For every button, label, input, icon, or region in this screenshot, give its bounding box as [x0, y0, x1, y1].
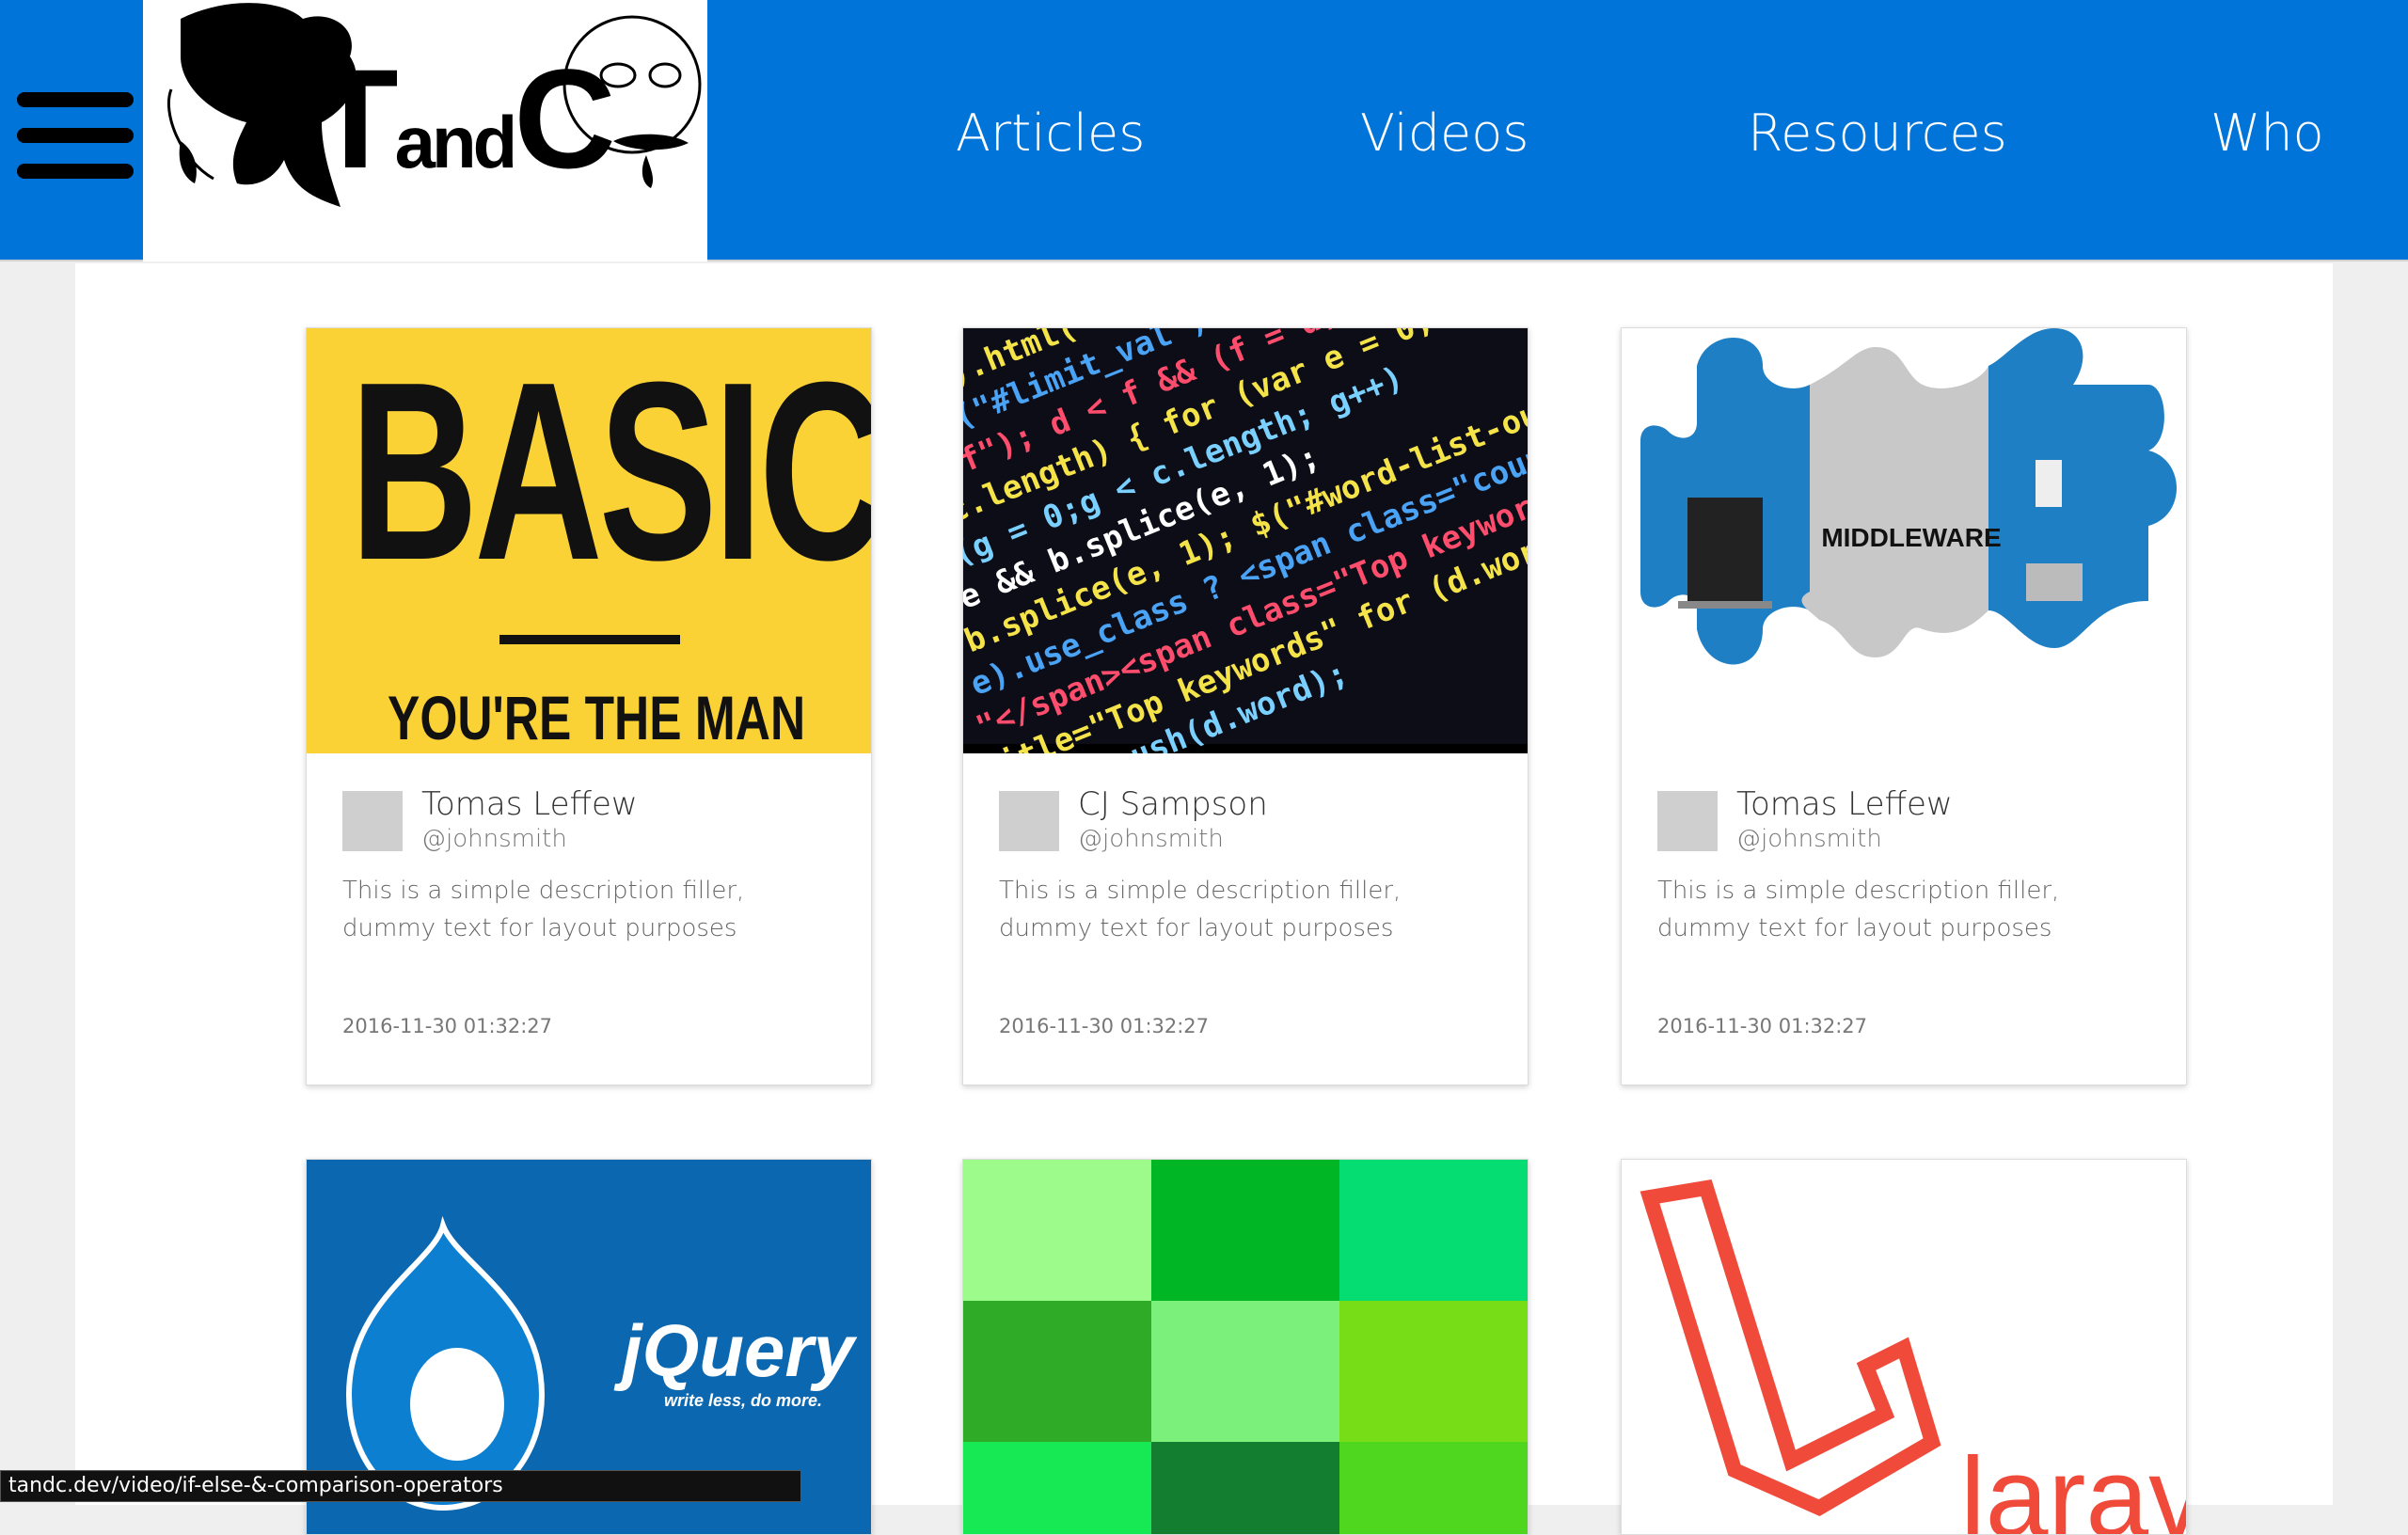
video-card[interactable]: laravel [1621, 1159, 2187, 1535]
menu-line [17, 164, 134, 179]
card-thumbnail: laravel [1622, 1160, 2186, 1535]
nav-who[interactable]: Who [2210, 103, 2324, 163]
thumbnail-label: MIDDLEWARE [1821, 523, 2001, 552]
video-card[interactable]: MIDDLEWARE Tomas Leffew @johnsmith This … [1621, 327, 2187, 1085]
top-navbar: TandC Articles Videos Resources Who [0, 0, 2408, 261]
card-date: 2016-11-30 01:32:27 [342, 1015, 553, 1037]
grid-cell [1339, 1442, 1528, 1534]
logo-letter-t: T [312, 40, 399, 198]
grid-cell [1151, 1160, 1339, 1301]
author-handle: @johnsmith [421, 825, 567, 853]
card-thumbnail: }).html(""); var b = count_array_ki(("#l… [963, 328, 1528, 753]
video-card[interactable] [962, 1159, 1529, 1535]
laravel-illustration: laravel [1640, 1179, 2186, 1535]
status-bar-url: tandc.dev/video/if-else-&-comparison-ope… [0, 1470, 801, 1502]
puzzle-illustration: MIDDLEWARE [1640, 328, 2177, 665]
thumbnail-brand: jQuery [613, 1309, 858, 1392]
site-logo[interactable]: TandC [143, 0, 707, 261]
menu-line [17, 128, 134, 143]
card-thumbnail [963, 1160, 1528, 1534]
author-name: CJ Sampson [1078, 785, 1268, 823]
logo-letter-c: C [514, 40, 615, 198]
video-card[interactable]: BASICS YOU'RE THE MAN Tomas Leffew @john… [306, 327, 872, 1085]
thumbnail-subtitle: YOU'RE THE MAN [388, 683, 806, 752]
nav-articles[interactable]: Articles [956, 103, 1145, 163]
card-thumbnail: MIDDLEWARE [1622, 328, 2186, 753]
menu-line [17, 92, 134, 107]
author-name: Tomas Leffew [1736, 785, 1953, 823]
video-card[interactable]: }).html(""); var b = count_array_ki(("#l… [962, 327, 1529, 1085]
avatar [342, 791, 403, 851]
card-description: This is a simple description filler, dum… [342, 877, 745, 942]
grid-cell [963, 1301, 1151, 1442]
logo-text: TandC [312, 38, 616, 200]
author-name: Tomas Leffew [421, 785, 638, 823]
grid-cell [963, 1160, 1151, 1301]
thumbnail-brand: laravel [1960, 1434, 2186, 1535]
avatar [1657, 791, 1718, 851]
card-description: This is a simple description filler, dum… [1657, 877, 2060, 942]
grid-cell [1151, 1301, 1339, 1442]
grid-cell [1339, 1301, 1528, 1442]
avatar [999, 791, 1059, 851]
nav-resources[interactable]: Resources [1748, 103, 2007, 163]
grid-cell [963, 1442, 1151, 1534]
grid-cell [1151, 1442, 1339, 1534]
logo-and: and [394, 101, 518, 183]
author-handle: @johnsmith [1078, 825, 1224, 853]
card-thumbnail: BASICS YOU'RE THE MAN [307, 328, 871, 753]
thumbnail-tagline: write less, do more. [664, 1391, 822, 1410]
card-date: 2016-11-30 01:32:27 [999, 1015, 1210, 1037]
card-description: This is a simple description filler, dum… [999, 877, 1402, 942]
thumbnail-title: BASICS [350, 330, 871, 613]
author-handle: @johnsmith [1736, 825, 1882, 853]
card-date: 2016-11-30 01:32:27 [1657, 1015, 1868, 1037]
grid-cell [1339, 1160, 1528, 1301]
nav-videos[interactable]: Videos [1360, 103, 1529, 163]
hamburger-menu-icon[interactable] [17, 92, 134, 179]
thumbnail-rule [499, 635, 680, 644]
